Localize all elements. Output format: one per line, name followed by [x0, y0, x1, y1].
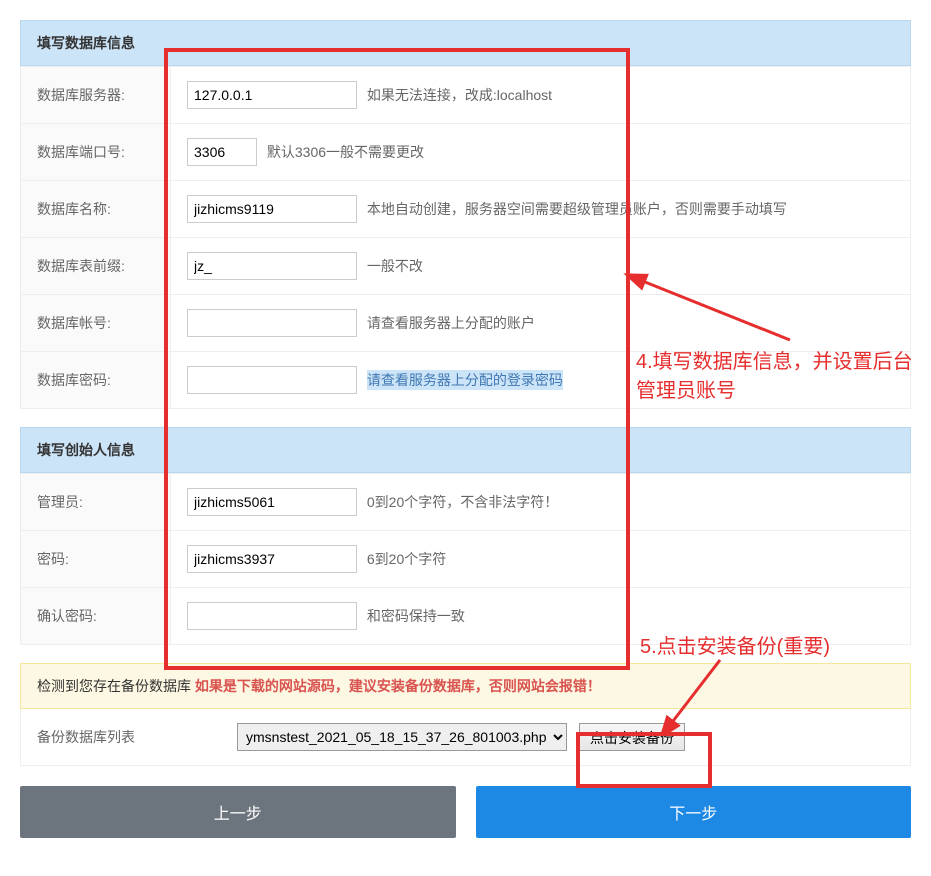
input-db-server[interactable] [187, 81, 357, 109]
install-form: 填写数据库信息 数据库服务器: 如果无法连接，改成:localhost 数据库端… [0, 0, 931, 858]
footer-buttons: 上一步 下一步 [20, 786, 911, 838]
hint-db-server: 如果无法连接，改成:localhost [367, 87, 552, 103]
hint-confirm: 和密码保持一致 [367, 608, 465, 624]
input-db-password[interactable] [187, 366, 357, 394]
backup-row: 备份数据库列表 ymsnstest_2021_05_18_15_37_26_80… [20, 709, 911, 766]
hint-db-password: 请查看服务器上分配的登录密码 [367, 370, 563, 390]
row-db-name: 数据库名称: 本地自动创建，服务器空间需要超级管理员账户，否则需要手动填写 [21, 181, 911, 238]
row-db-server: 数据库服务器: 如果无法连接，改成:localhost [21, 67, 911, 124]
row-admin: 管理员: 0到20个字符，不含非法字符！ [21, 474, 911, 531]
input-db-prefix[interactable] [187, 252, 357, 280]
arrow-icon [620, 270, 800, 350]
founder-info-table: 管理员: 0到20个字符，不含非法字符！ 密码: 6到20个字符 确认密码: 和… [20, 473, 911, 645]
section-header-founder: 填写创始人信息 [20, 427, 911, 473]
hint-db-name: 本地自动创建，服务器空间需要超级管理员账户，否则需要手动填写 [367, 201, 787, 217]
warning-prefix: 检测到您存在备份数据库 [37, 678, 191, 694]
label-confirm: 确认密码: [21, 588, 171, 645]
hint-pwd: 6到20个字符 [367, 551, 446, 567]
section-header-db: 填写数据库信息 [20, 20, 911, 66]
next-button[interactable]: 下一步 [476, 786, 912, 838]
label-db-account: 数据库帐号: [21, 295, 171, 352]
backup-label: 备份数据库列表 [37, 727, 237, 747]
input-admin[interactable] [187, 488, 357, 516]
hint-admin: 0到20个字符，不含非法字符！ [367, 494, 558, 510]
hint-db-prefix: 一般不改 [367, 258, 423, 274]
label-pwd: 密码: [21, 531, 171, 588]
label-db-password: 数据库密码: [21, 352, 171, 409]
label-db-prefix: 数据库表前缀: [21, 238, 171, 295]
hint-db-port: 默认3306一般不需要更改 [267, 144, 424, 160]
arrow-icon [660, 655, 740, 735]
backup-select[interactable]: ymsnstest_2021_05_18_15_37_26_801003.php [237, 723, 567, 751]
warning-text: 如果是下载的网站源码，建议安装备份数据库，否则网站会报错！ [195, 678, 601, 694]
hint-db-account: 请查看服务器上分配的账户 [367, 315, 535, 331]
input-db-account[interactable] [187, 309, 357, 337]
input-confirm[interactable] [187, 602, 357, 630]
label-admin: 管理员: [21, 474, 171, 531]
warning-bar: 检测到您存在备份数据库 如果是下载的网站源码，建议安装备份数据库，否则网站会报错… [20, 663, 911, 709]
label-db-server: 数据库服务器: [21, 67, 171, 124]
prev-button[interactable]: 上一步 [20, 786, 456, 838]
label-db-name: 数据库名称: [21, 181, 171, 238]
label-db-port: 数据库端口号: [21, 124, 171, 181]
row-db-port: 数据库端口号: 默认3306一般不需要更改 [21, 124, 911, 181]
annotation-step4: 4.填写数据库信息，并设置后台管理员账号 [636, 345, 916, 403]
input-pwd[interactable] [187, 545, 357, 573]
row-pwd: 密码: 6到20个字符 [21, 531, 911, 588]
input-db-port[interactable] [187, 138, 257, 166]
input-db-name[interactable] [187, 195, 357, 223]
